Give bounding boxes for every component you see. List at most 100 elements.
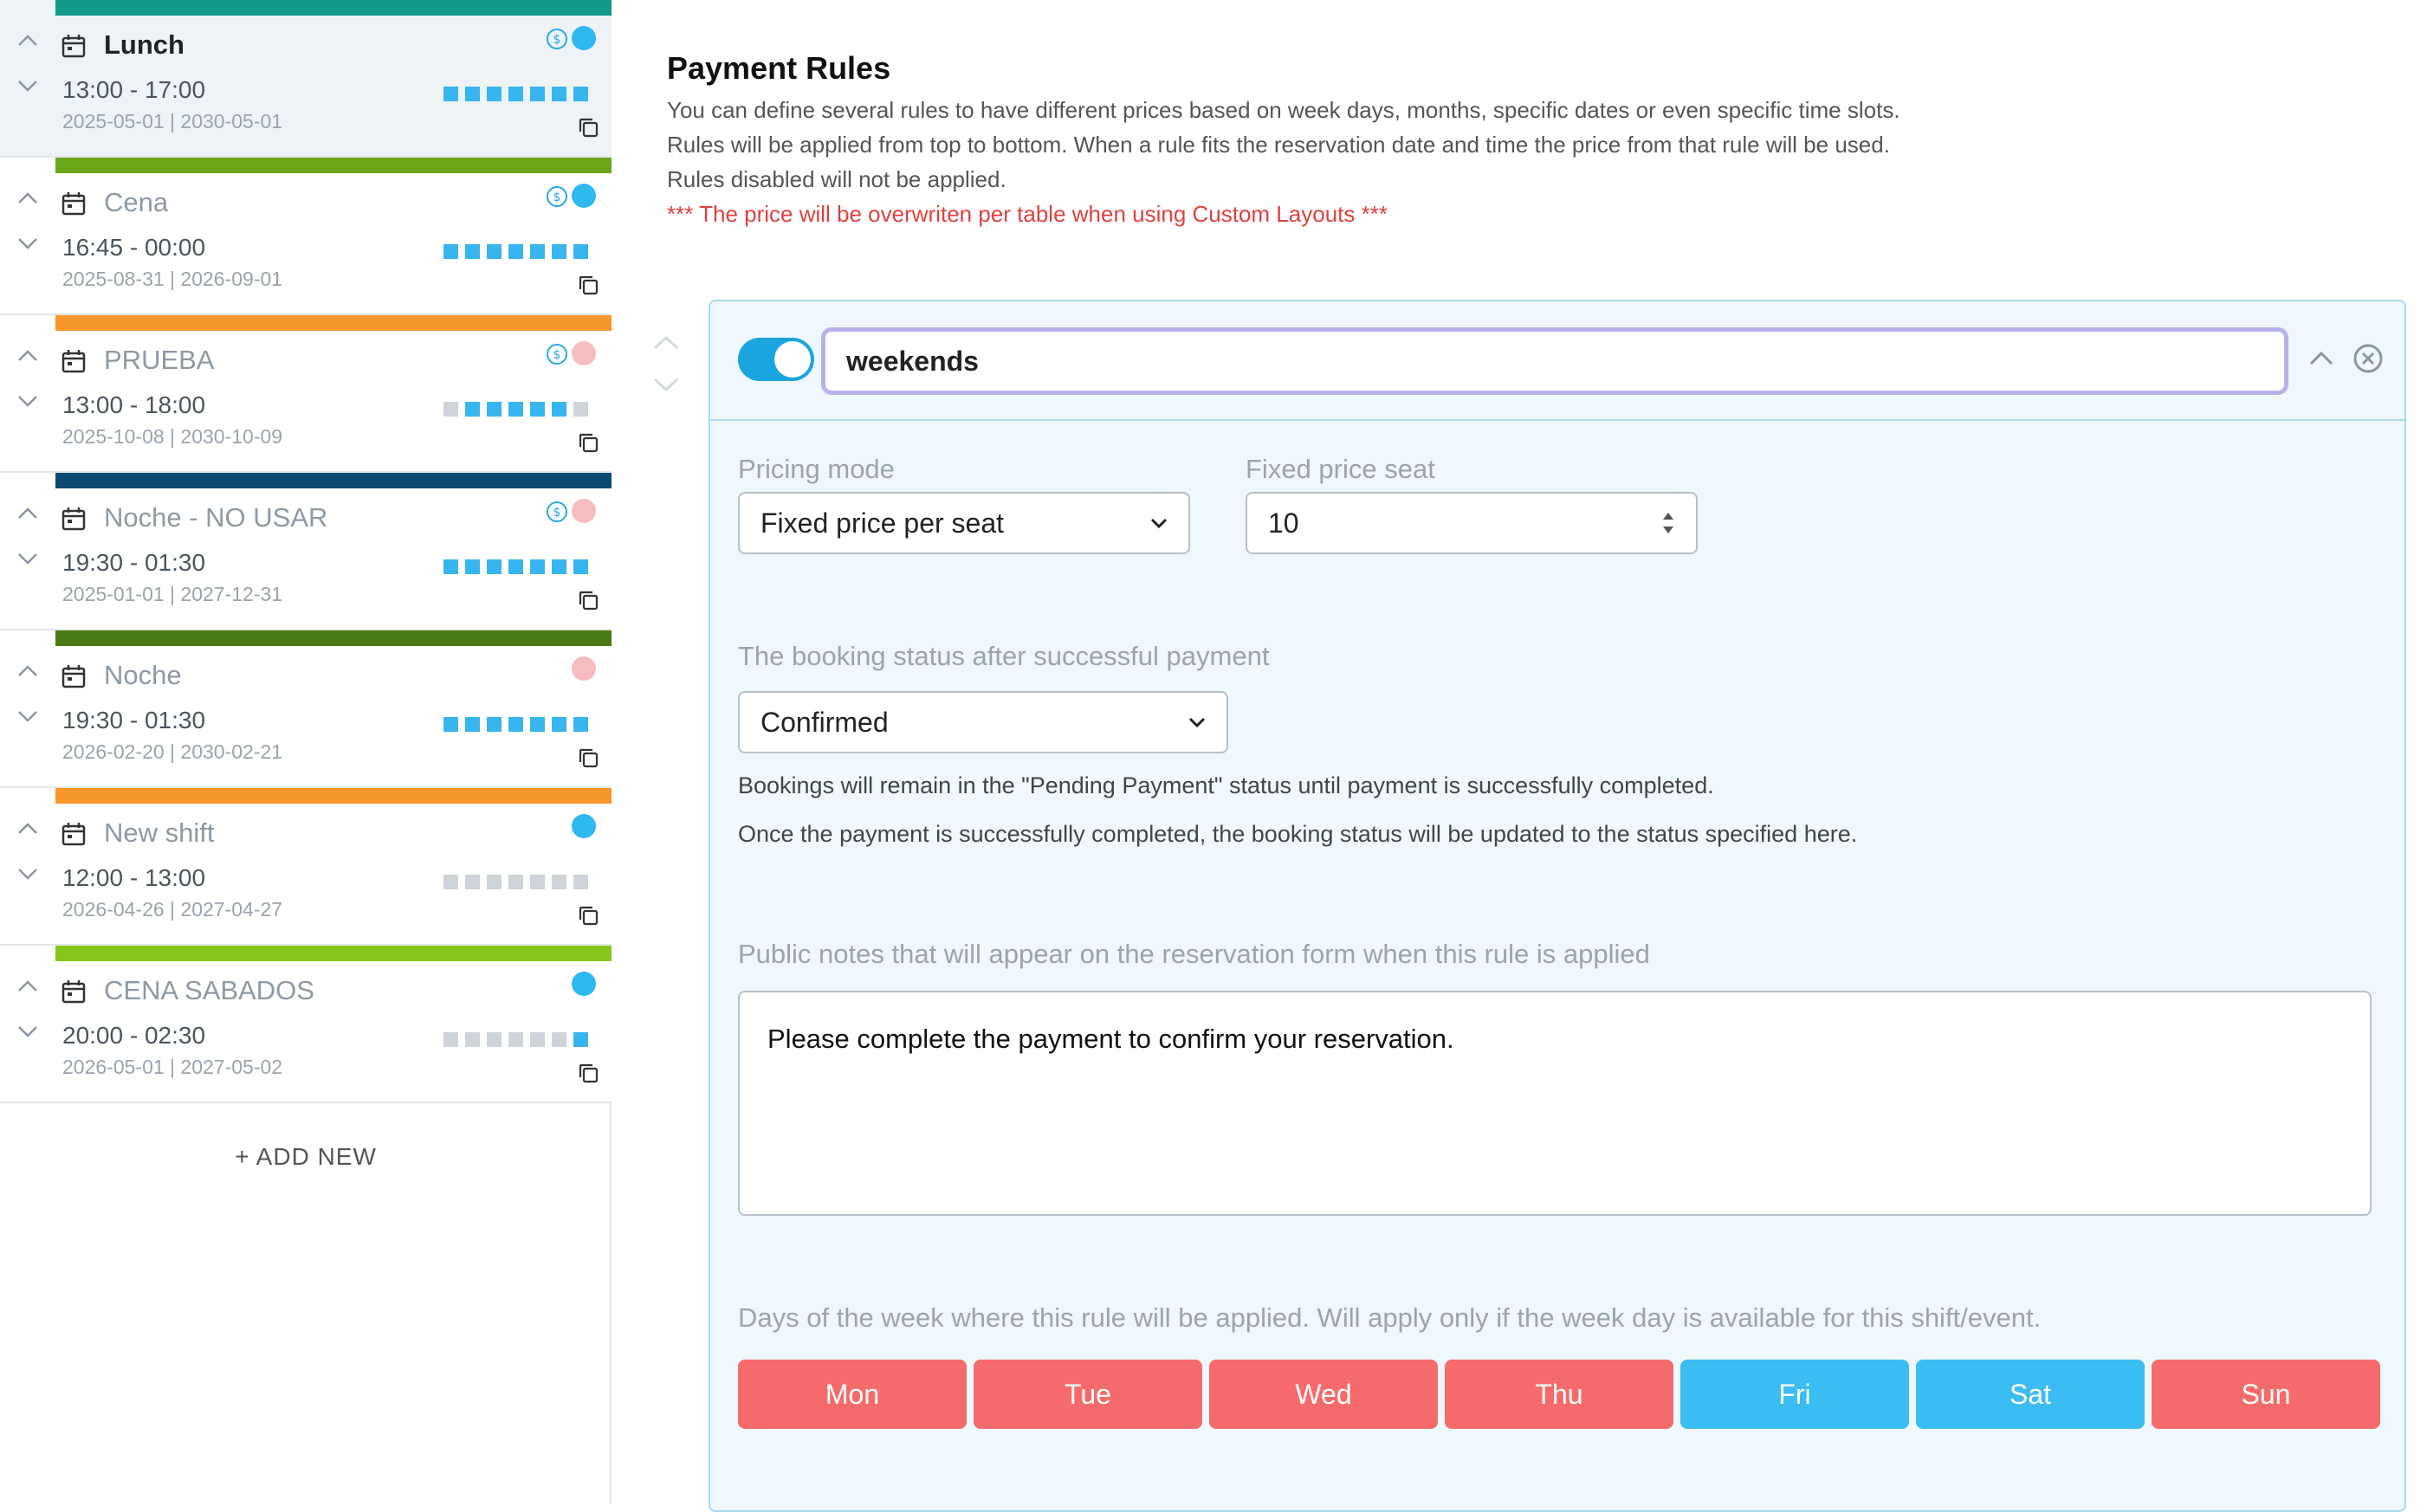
- weekday-indicators: [443, 87, 588, 101]
- weekday-indicators: [443, 717, 588, 732]
- shift-sidebar: Lunch 13:00 - 17:00 2025-05-01 | 2030-05-0…: [0, 0, 612, 1503]
- move-up-icon[interactable]: [16, 345, 40, 365]
- rule-header: weekends: [710, 301, 2404, 421]
- shift-time: 12:00 - 13:00: [62, 864, 206, 891]
- move-up-icon: [653, 335, 679, 350]
- move-up-icon[interactable]: [16, 817, 40, 838]
- description-line: Rules will be applied from top to bottom…: [667, 132, 1890, 158]
- copy-icon[interactable]: [577, 1062, 599, 1084]
- description-line: You can define several rules to have dif…: [667, 97, 1900, 123]
- move-down-icon[interactable]: [16, 390, 40, 410]
- payment-coin-icon: $: [546, 185, 568, 208]
- shift-time: 13:00 - 17:00: [62, 76, 206, 103]
- pricing-mode-value: Fixed price per seat: [760, 507, 1005, 539]
- weekday-indicator: [552, 717, 566, 732]
- weekday-indicator: [465, 559, 480, 574]
- shift-name: PRUEBA: [104, 345, 215, 375]
- svg-text:$: $: [553, 191, 561, 204]
- copy-icon[interactable]: [577, 431, 599, 454]
- copy-icon[interactable]: [577, 589, 599, 611]
- shift-dates: 2025-05-01 | 2030-05-01: [62, 110, 283, 132]
- fixed-price-input[interactable]: 10: [1246, 492, 1698, 554]
- svg-text:$: $: [553, 348, 561, 362]
- day-button-mon[interactable]: Mon: [738, 1360, 967, 1429]
- day-button-thu[interactable]: Thu: [1445, 1360, 1673, 1429]
- shift-name: New shift: [104, 817, 215, 848]
- move-up-icon[interactable]: [16, 975, 40, 996]
- move-up-icon[interactable]: [16, 29, 40, 50]
- rule-name-input[interactable]: weekends: [821, 327, 2288, 395]
- shift-item[interactable]: PRUEBA 13:00 - 18:00 2025-10-08 | 2030-10-…: [0, 315, 612, 473]
- chevron-up-icon[interactable]: [2304, 341, 2339, 376]
- shift-item[interactable]: Noche - NO USAR 19:30 - 01:30 2025-01-01 |…: [0, 473, 612, 630]
- weekday-indicator: [508, 875, 523, 889]
- status-dot: [572, 656, 596, 681]
- weekday-indicator: [487, 875, 502, 889]
- calendar-icon: [61, 821, 87, 847]
- weekday-indicator: [552, 1032, 566, 1047]
- description-line: Rules disabled will not be applied.: [667, 166, 1006, 192]
- copy-icon[interactable]: [577, 904, 599, 927]
- weekday-indicator: [573, 402, 588, 417]
- add-new-shift-button[interactable]: + ADD NEW: [0, 1143, 612, 1171]
- shift-item[interactable]: Noche 19:30 - 01:30 2026-02-20 | 2030-02-2…: [0, 630, 612, 788]
- weekday-indicator: [552, 87, 566, 101]
- weekday-indicator: [443, 244, 458, 259]
- day-button-sun[interactable]: Sun: [2152, 1360, 2380, 1429]
- weekday-indicator: [552, 402, 566, 417]
- weekday-indicators: [443, 559, 588, 574]
- weekday-indicator: [530, 1032, 545, 1047]
- weekday-indicator: [508, 244, 523, 259]
- public-notes-label: Public notes that will appear on the res…: [738, 939, 1650, 969]
- public-notes-textarea[interactable]: Please complete the payment to confirm y…: [738, 991, 2372, 1216]
- weekday-indicator: [573, 717, 588, 732]
- page-title: Payment Rules: [667, 50, 891, 86]
- move-up-icon[interactable]: [16, 660, 40, 681]
- move-down-icon[interactable]: [16, 863, 40, 883]
- number-stepper-icon[interactable]: [1660, 509, 1677, 537]
- weekday-indicator: [508, 87, 523, 101]
- reorder-rule-handle[interactable]: [651, 329, 681, 398]
- day-button-tue[interactable]: Tue: [974, 1360, 1202, 1429]
- move-down-icon[interactable]: [16, 232, 40, 253]
- day-button-fri[interactable]: Fri: [1680, 1360, 1909, 1429]
- day-button-sat[interactable]: Sat: [1916, 1360, 2145, 1429]
- shift-item[interactable]: CENA SABADOS 20:00 - 02:30 2026-05-01 | 20…: [0, 946, 612, 1103]
- payment-coin-icon: $: [546, 28, 568, 50]
- weekday-indicator: [443, 87, 458, 101]
- copy-icon[interactable]: [577, 746, 599, 769]
- booking-status-note: Bookings will remain in the "Pending Pay…: [738, 772, 1714, 798]
- day-button-wed[interactable]: Wed: [1209, 1360, 1438, 1429]
- move-down-icon[interactable]: [16, 547, 40, 568]
- weekday-indicator: [443, 717, 458, 732]
- shift-item[interactable]: New shift 12:00 - 13:00 2026-04-26 | 2027-…: [0, 788, 612, 946]
- shift-item[interactable]: Lunch 13:00 - 17:00 2025-05-01 | 2030-05-0…: [0, 0, 612, 158]
- pricing-mode-select[interactable]: Fixed price per seat: [738, 492, 1190, 554]
- shift-color-bar: [55, 0, 612, 16]
- status-dot: [572, 499, 596, 523]
- move-down-icon[interactable]: [16, 705, 40, 726]
- remove-circle-icon[interactable]: [2351, 341, 2385, 376]
- rule-enabled-toggle[interactable]: [738, 338, 814, 381]
- copy-icon[interactable]: [577, 274, 599, 296]
- move-up-icon[interactable]: [16, 502, 40, 523]
- payment-coin-icon: $: [546, 343, 568, 365]
- move-up-icon[interactable]: [16, 187, 40, 208]
- shift-dates: 2026-04-26 | 2027-04-27: [62, 898, 283, 921]
- shift-name: CENA SABADOS: [104, 975, 314, 1005]
- shift-color-bar: [55, 315, 612, 331]
- booking-status-select[interactable]: Confirmed: [738, 691, 1228, 753]
- weekday-indicators: [443, 402, 588, 417]
- weekday-indicators: [443, 1032, 588, 1047]
- shift-item[interactable]: Cena 16:45 - 00:00 2025-08-31 | 2026-09-01…: [0, 158, 612, 315]
- move-down-icon[interactable]: [16, 1020, 40, 1041]
- weekday-indicator: [487, 717, 502, 732]
- shift-dates: 2025-01-01 | 2027-12-31: [62, 583, 283, 605]
- shift-color-bar: [55, 946, 612, 961]
- weekday-indicator: [443, 1032, 458, 1047]
- days-label: Days of the week where this rule will be…: [738, 1302, 2042, 1333]
- shift-dates: 2025-08-31 | 2026-09-01: [62, 268, 283, 290]
- copy-icon[interactable]: [577, 116, 599, 139]
- weekday-indicators: [443, 875, 588, 889]
- move-down-icon[interactable]: [16, 74, 40, 95]
